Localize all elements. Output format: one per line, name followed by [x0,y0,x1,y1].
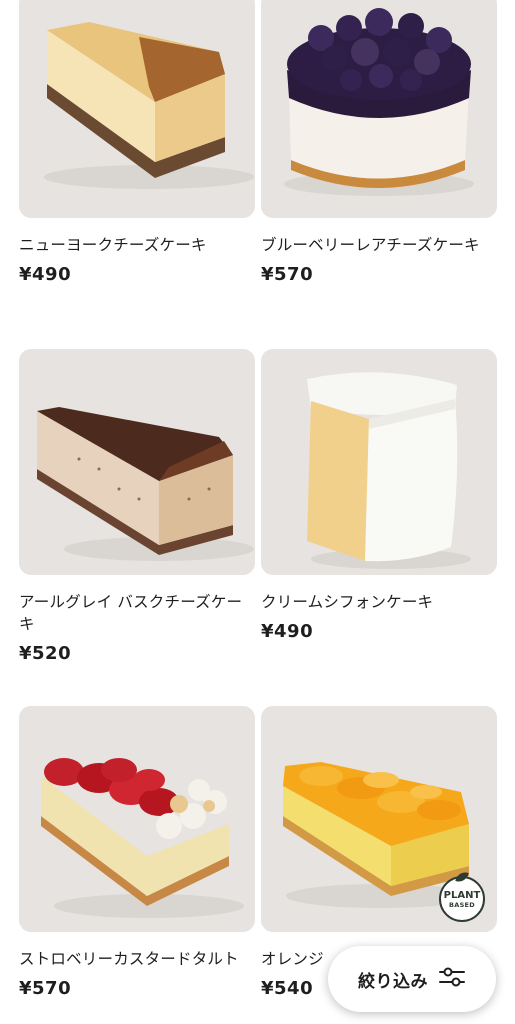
product-name: アールグレイ バスクチーズケーキ [19,593,243,633]
badge-line1: PLANT [443,889,481,901]
product-price: ¥490 [19,264,72,285]
product-name: ストロベリーカスタードタルト [19,950,239,968]
product-name: クリームシフォンケーキ [261,593,434,611]
new-york-cheesecake-image[interactable] [19,0,255,218]
product-name: ブルーベリーレアチーズケーキ [261,236,480,254]
product-name: ニューヨークチーズケーキ [19,236,207,254]
filter-button-label: 絞り込み [358,971,428,992]
product-card[interactable]: ブルーベリーレアチーズケーキ ¥570 [261,0,497,349]
product-price: ¥520 [19,643,72,664]
product-list-page: ニューヨークチーズケーキ ¥490 ブルーベリーレアチーズケーキ ¥570 アー… [0,0,515,1024]
product-card[interactable]: ストロベリーカスタードタルト ¥570 [19,706,255,1024]
filter-sliders-icon [438,966,466,992]
product-card[interactable]: アールグレイ バスクチーズケーキ ¥520 [19,349,255,706]
product-card[interactable]: クリームシフォンケーキ ¥490 [261,349,497,706]
earl-grey-basque-cheesecake-image[interactable] [19,349,255,575]
product-price: ¥570 [261,264,314,285]
badge-line2: BASED [448,900,475,909]
plant-based-badge: PLANT BASED [439,869,485,922]
filter-button[interactable]: 絞り込み [328,946,496,1012]
cream-chiffon-cake-image[interactable] [261,349,497,575]
product-grid: ニューヨークチーズケーキ ¥490 ブルーベリーレアチーズケーキ ¥570 アー… [19,0,497,1024]
product-price: ¥490 [261,621,314,642]
product-card[interactable]: ニューヨークチーズケーキ ¥490 [19,0,255,349]
blueberry-rare-cheesecake-image[interactable] [261,0,497,218]
orange-cake-image[interactable]: PLANT BASED [261,706,497,932]
product-price: ¥570 [19,978,72,999]
strawberry-custard-tart-image[interactable] [19,706,255,932]
